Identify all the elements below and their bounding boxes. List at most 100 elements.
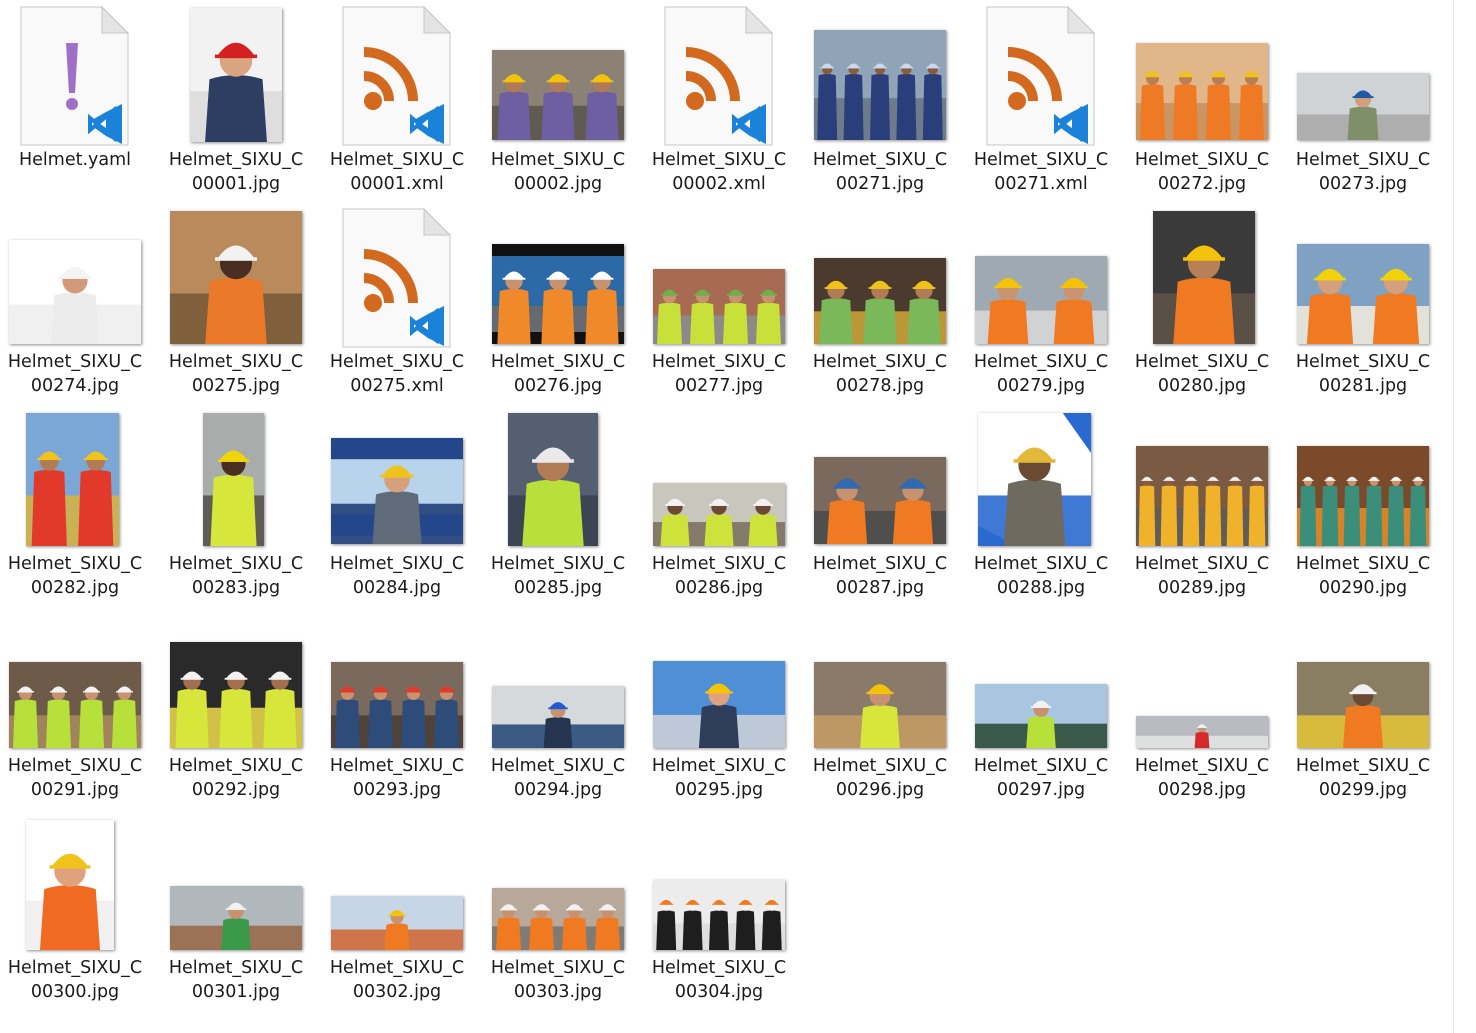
file-item[interactable]: Helmet_SIXU_C 00275.xml: [318, 204, 476, 404]
image-thumbnail[interactable]: [0, 204, 154, 346]
image-thumbnail[interactable]: [1284, 406, 1442, 548]
file-item[interactable]: Helmet_SIXU_C 00272.jpg: [1123, 2, 1281, 202]
file-item[interactable]: Helmet_SIXU_C 00290.jpg: [1284, 406, 1442, 606]
image-thumbnail[interactable]: [1123, 2, 1281, 144]
file-name-line-2: 00289.jpg: [1157, 578, 1247, 598]
image-thumbnail[interactable]: [318, 608, 476, 750]
image-thumbnail[interactable]: [157, 2, 315, 144]
file-item[interactable]: Helmet_SIXU_C 00294.jpg: [479, 608, 637, 808]
file-item[interactable]: Helmet_SIXU_C 00273.jpg: [1284, 2, 1442, 202]
file-item[interactable]: Helmet_SIXU_C 00302.jpg: [318, 810, 476, 1010]
file-item[interactable]: Helmet_SIXU_C 00276.jpg: [479, 204, 637, 404]
image-thumbnail[interactable]: [640, 810, 798, 952]
image-thumbnail[interactable]: [157, 810, 315, 952]
file-type-icon[interactable]: [318, 204, 476, 348]
file-name-line-2: 00274.jpg: [30, 376, 120, 396]
file-item[interactable]: Helmet_SIXU_C 00280.jpg: [1123, 204, 1281, 404]
image-thumbnail[interactable]: [962, 204, 1120, 346]
file-item[interactable]: Helmet_SIXU_C 00274.jpg: [0, 204, 154, 404]
file-item[interactable]: Helmet_SIXU_C 00292.jpg: [157, 608, 315, 808]
file-name-line-2: 00298.jpg: [1157, 780, 1247, 800]
image-thumbnail[interactable]: [0, 406, 154, 548]
image-thumbnail[interactable]: [0, 810, 154, 952]
file-item[interactable]: Helmet_SIXU_C 00271.xml: [962, 2, 1120, 202]
file-item[interactable]: Helmet_SIXU_C 00289.jpg: [1123, 406, 1281, 606]
image-thumbnail[interactable]: [479, 406, 637, 548]
image-thumbnail[interactable]: [801, 204, 959, 346]
image-thumbnail[interactable]: [479, 608, 637, 750]
worker-tablet-photo: [978, 413, 1091, 546]
file-item[interactable]: Helmet_SIXU_C 00296.jpg: [801, 608, 959, 808]
image-thumbnail[interactable]: [479, 810, 637, 952]
collage-excavator-photo: [26, 413, 119, 546]
image-thumbnail[interactable]: [1123, 608, 1281, 750]
file-name-line-1: Helmet_SIXU_C: [168, 554, 304, 574]
file-item[interactable]: Helmet_SIXU_C 00288.jpg: [962, 406, 1120, 606]
image-thumbnail[interactable]: [157, 608, 315, 750]
file-name-line-2: 00299.jpg: [1318, 780, 1408, 800]
file-item[interactable]: Helmet_SIXU_C 00291.jpg: [0, 608, 154, 808]
file-name-line-2: 00279.jpg: [996, 376, 1086, 396]
file-item[interactable]: Helmet_SIXU_C 00298.jpg: [1123, 608, 1281, 808]
file-item[interactable]: Helmet_SIXU_C 00297.jpg: [962, 608, 1120, 808]
file-name-label: Helmet_SIXU_C 00275.xml: [318, 350, 476, 398]
file-type-icon[interactable]: [962, 2, 1120, 146]
file-item[interactable]: Helmet_SIXU_C 00301.jpg: [157, 810, 315, 1010]
file-item[interactable]: Helmet_SIXU_C 00275.jpg: [157, 204, 315, 404]
file-item[interactable]: Helmet_SIXU_C 00002.jpg: [479, 2, 637, 202]
image-thumbnail[interactable]: [0, 608, 154, 750]
file-type-icon[interactable]: [640, 2, 798, 146]
file-item[interactable]: Helmet_SIXU_C 00279.jpg: [962, 204, 1120, 404]
image-thumbnail[interactable]: [318, 406, 476, 548]
file-name-line-2: 00293.jpg: [352, 780, 442, 800]
image-thumbnail[interactable]: [1284, 608, 1442, 750]
image-thumbnail[interactable]: [640, 406, 798, 548]
image-thumbnail[interactable]: [157, 204, 315, 346]
file-item[interactable]: Helmet_SIXU_C 00284.jpg: [318, 406, 476, 606]
file-item[interactable]: Helmet_SIXU_C 00001.jpg: [157, 2, 315, 202]
image-thumbnail[interactable]: [962, 406, 1120, 548]
image-thumbnail[interactable]: [479, 204, 637, 346]
image-thumbnail[interactable]: [157, 406, 315, 548]
file-type-icon[interactable]: [0, 2, 154, 146]
file-item[interactable]: Helmet_SIXU_C 00299.jpg: [1284, 608, 1442, 808]
file-name-line-1: Helmet_SIXU_C: [7, 554, 143, 574]
image-thumbnail[interactable]: [962, 608, 1120, 750]
image-thumbnail[interactable]: [318, 810, 476, 952]
image-thumbnail[interactable]: [1284, 204, 1442, 346]
file-item[interactable]: Helmet_SIXU_C 00002.xml: [640, 2, 798, 202]
file-item[interactable]: Helmet_SIXU_C 00300.jpg: [0, 810, 154, 1010]
file-item[interactable]: Helmet_SIXU_C 00281.jpg: [1284, 204, 1442, 404]
file-name-line-1: Helmet_SIXU_C: [1134, 756, 1270, 776]
image-thumbnail[interactable]: [479, 2, 637, 144]
file-name-label: Helmet_SIXU_C 00298.jpg: [1123, 754, 1281, 802]
file-name-label: Helmet_SIXU_C 00001.xml: [318, 148, 476, 196]
file-item[interactable]: Helmet_SIXU_C 00303.jpg: [479, 810, 637, 1010]
file-item[interactable]: Helmet.yaml: [0, 2, 154, 202]
image-thumbnail[interactable]: [640, 204, 798, 346]
file-item[interactable]: Helmet_SIXU_C 00278.jpg: [801, 204, 959, 404]
image-thumbnail[interactable]: [1284, 2, 1442, 144]
vertical-scrollbar[interactable]: [1453, 0, 1454, 1033]
image-thumbnail[interactable]: [640, 608, 798, 750]
file-item[interactable]: Helmet_SIXU_C 00295.jpg: [640, 608, 798, 808]
image-thumbnail[interactable]: [1123, 406, 1281, 548]
file-item[interactable]: Helmet_SIXU_C 00277.jpg: [640, 204, 798, 404]
file-type-icon[interactable]: [318, 2, 476, 146]
file-item[interactable]: Helmet_SIXU_C 00293.jpg: [318, 608, 476, 808]
file-item[interactable]: Helmet_SIXU_C 00304.jpg: [640, 810, 798, 1010]
file-item[interactable]: Helmet_SIXU_C 00001.xml: [318, 2, 476, 202]
image-thumbnail[interactable]: [801, 608, 959, 750]
file-item[interactable]: Helmet_SIXU_C 00283.jpg: [157, 406, 315, 606]
file-name-line-1: Helmet_SIXU_C: [651, 352, 787, 372]
file-item[interactable]: Helmet_SIXU_C 00282.jpg: [0, 406, 154, 606]
file-item[interactable]: Helmet_SIXU_C 00286.jpg: [640, 406, 798, 606]
file-item[interactable]: Helmet_SIXU_C 00287.jpg: [801, 406, 959, 606]
file-explorer-large-icons-view[interactable]: Helmet.yaml Helmet_SIXU_C 00001.jpg Helmet_…: [0, 0, 1476, 1033]
file-name-line-2: 00271.xml: [994, 174, 1088, 194]
image-thumbnail[interactable]: [801, 2, 959, 144]
image-thumbnail[interactable]: [801, 406, 959, 548]
image-thumbnail[interactable]: [1123, 204, 1281, 346]
file-item[interactable]: Helmet_SIXU_C 00271.jpg: [801, 2, 959, 202]
file-item[interactable]: Helmet_SIXU_C 00285.jpg: [479, 406, 637, 606]
